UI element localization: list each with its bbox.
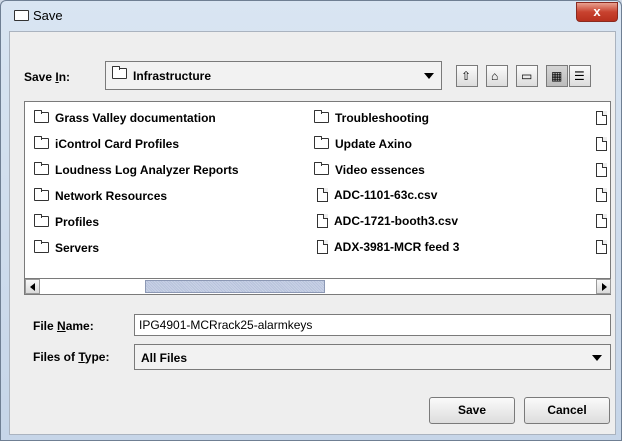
- file-icon: [596, 110, 607, 125]
- title-bar[interactable]: Save x: [1, 1, 621, 31]
- list-item[interactable]: [596, 136, 610, 154]
- new-folder-button[interactable]: ▭: [516, 65, 538, 87]
- file-type-value: All Files: [141, 351, 188, 365]
- up-one-level-icon: ⇧: [461, 69, 472, 83]
- folder-icon: [34, 214, 49, 228]
- close-button[interactable]: x: [576, 2, 618, 22]
- home-button[interactable]: ⌂: [486, 65, 508, 87]
- file-name-label: File Name:: [33, 319, 94, 333]
- arrow-left-icon: [30, 283, 35, 291]
- details-view-button[interactable]: ☰: [569, 65, 591, 87]
- scroll-left-button[interactable]: [25, 279, 40, 294]
- save-in-label: Save In:: [24, 70, 71, 84]
- list-item[interactable]: Network Resources: [34, 188, 167, 206]
- list-view-icon: ▦: [551, 69, 563, 83]
- home-icon: ⌂: [491, 69, 499, 83]
- list-view-button[interactable]: ▦: [546, 65, 568, 87]
- file-list[interactable]: Grass Valley documentation iControl Card…: [24, 101, 611, 279]
- file-icon: [596, 136, 607, 151]
- folder-icon: [34, 136, 49, 150]
- file-type-select[interactable]: All Files: [134, 344, 611, 370]
- file-name-input[interactable]: IPG4901-MCRrack25-alarmkeys: [134, 314, 611, 336]
- list-item[interactable]: [596, 213, 610, 231]
- file-type-label: Files of Type:: [33, 350, 110, 364]
- chevron-down-icon: [424, 73, 434, 79]
- file-icon: [317, 187, 328, 202]
- list-item[interactable]: ADC-1101-63c.csv: [317, 187, 437, 205]
- list-item[interactable]: Troubleshooting: [314, 110, 429, 128]
- save-in-value: Infrastructure: [133, 69, 212, 83]
- horizontal-scrollbar[interactable]: [24, 279, 611, 295]
- list-item[interactable]: ADX-3981-MCR feed 3: [317, 239, 459, 257]
- list-item[interactable]: [596, 187, 610, 205]
- arrow-right-icon: [602, 283, 607, 291]
- chevron-down-icon: [592, 355, 602, 361]
- folder-icon: [34, 162, 49, 176]
- list-item[interactable]: Profiles: [34, 214, 99, 232]
- details-view-icon: ☰: [574, 69, 585, 83]
- list-item[interactable]: Update Axino: [314, 136, 412, 154]
- file-icon: [317, 213, 328, 228]
- file-icon: [596, 187, 607, 202]
- window-title: Save: [33, 8, 63, 23]
- list-item[interactable]: [596, 162, 610, 180]
- folder-icon: [314, 162, 329, 176]
- scroll-right-button[interactable]: [596, 279, 611, 294]
- list-item[interactable]: Servers: [34, 240, 99, 258]
- save-dialog: Save x Save In: Infrastructure ⇧ ⌂ ▭ ▦ ☰…: [0, 0, 622, 441]
- list-item[interactable]: Video essences: [314, 162, 425, 180]
- up-one-level-button[interactable]: ⇧: [456, 65, 478, 87]
- save-in-combo[interactable]: Infrastructure: [105, 61, 442, 90]
- file-icon: [596, 213, 607, 228]
- file-icon: [317, 239, 328, 254]
- window-icon: [14, 10, 29, 21]
- cancel-button[interactable]: Cancel: [524, 397, 610, 424]
- list-item[interactable]: [596, 239, 610, 257]
- folder-icon: [112, 66, 127, 79]
- list-item[interactable]: [596, 110, 610, 128]
- close-icon: x: [593, 4, 601, 19]
- list-item[interactable]: Loudness Log Analyzer Reports: [34, 162, 239, 180]
- scrollbar-thumb[interactable]: [145, 280, 325, 293]
- new-folder-icon: ▭: [521, 69, 533, 83]
- list-item[interactable]: iControl Card Profiles: [34, 136, 179, 154]
- save-button[interactable]: Save: [429, 397, 515, 424]
- file-icon: [596, 239, 607, 254]
- list-item[interactable]: ADC-1721-booth3.csv: [317, 213, 458, 231]
- folder-icon: [314, 136, 329, 150]
- folder-icon: [34, 188, 49, 202]
- folder-icon: [34, 110, 49, 124]
- list-item[interactable]: Grass Valley documentation: [34, 110, 216, 128]
- folder-icon: [314, 110, 329, 124]
- folder-icon: [34, 240, 49, 254]
- file-icon: [596, 162, 607, 177]
